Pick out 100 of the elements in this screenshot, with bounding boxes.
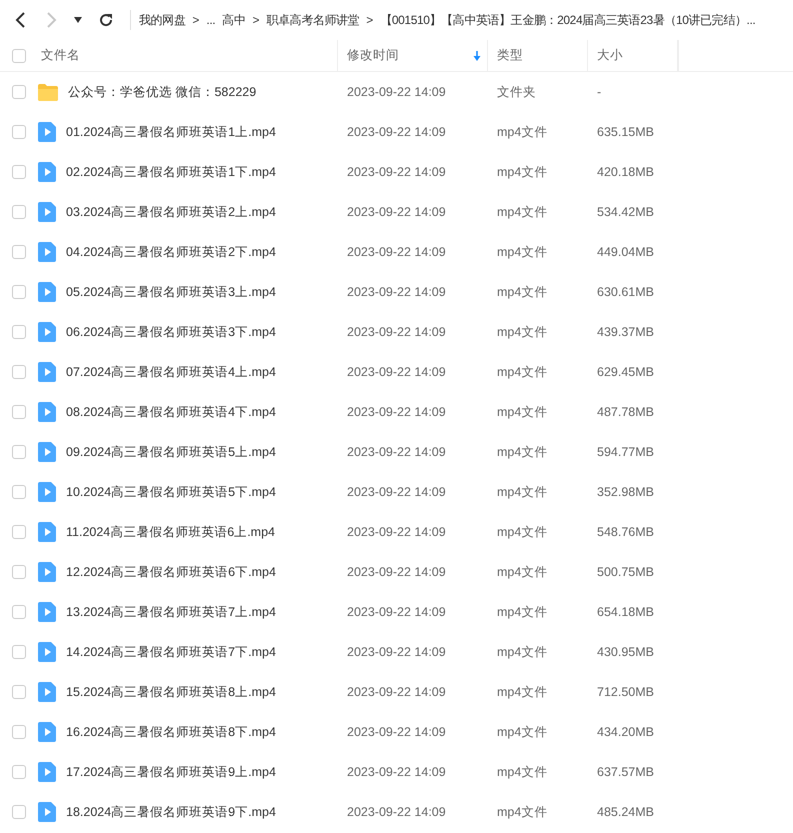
file-name[interactable]: 09.2024高三暑假名师班英语5上.mp4 bbox=[66, 444, 276, 460]
file-type: mp4文件 bbox=[497, 324, 548, 340]
video-file-icon bbox=[38, 602, 56, 622]
modified-time: 2023-09-22 14:09 bbox=[347, 325, 446, 339]
file-name[interactable]: 10.2024高三暑假名师班英语5下.mp4 bbox=[66, 484, 276, 500]
video-file-icon bbox=[38, 562, 56, 582]
video-file-icon bbox=[38, 642, 56, 662]
file-type: mp4文件 bbox=[497, 604, 548, 620]
file-size: 712.50MB bbox=[597, 685, 654, 699]
row-checkbox[interactable] bbox=[12, 605, 26, 619]
dropdown-icon[interactable] bbox=[74, 17, 82, 23]
modified-time: 2023-09-22 14:09 bbox=[347, 565, 446, 579]
modified-time: 2023-09-22 14:09 bbox=[347, 485, 446, 499]
column-header[interactable]: 文件名 bbox=[38, 40, 338, 71]
file-size: 548.76MB bbox=[597, 525, 654, 539]
file-name[interactable]: 06.2024高三暑假名师班英语3下.mp4 bbox=[66, 324, 276, 340]
modified-time: 2023-09-22 14:09 bbox=[347, 445, 446, 459]
file-type: mp4文件 bbox=[497, 524, 548, 540]
file-size: 630.61MB bbox=[597, 285, 654, 299]
breadcrumb-item[interactable]: 职卓高考名师讲堂 bbox=[266, 12, 360, 28]
file-size: 500.75MB bbox=[597, 565, 654, 579]
column-header[interactable]: 大小 bbox=[588, 40, 678, 71]
modified-time: 2023-09-22 14:09 bbox=[347, 605, 446, 619]
row-checkbox[interactable] bbox=[12, 565, 26, 579]
row-checkbox[interactable] bbox=[12, 365, 26, 379]
file-name[interactable]: 14.2024高三暑假名师班英语7下.mp4 bbox=[66, 644, 276, 660]
row-checkbox[interactable] bbox=[12, 165, 26, 179]
row-checkbox[interactable] bbox=[12, 85, 26, 99]
file-size: 534.42MB bbox=[597, 205, 654, 219]
video-file-icon bbox=[38, 122, 56, 142]
video-file-icon bbox=[38, 442, 56, 462]
video-file-icon bbox=[38, 362, 56, 382]
modified-time: 2023-09-22 14:09 bbox=[347, 805, 446, 819]
file-name[interactable]: 03.2024高三暑假名师班英语2上.mp4 bbox=[66, 204, 276, 220]
file-name[interactable]: 18.2024高三暑假名师班英语9下.mp4 bbox=[66, 804, 276, 820]
row-checkbox[interactable] bbox=[12, 285, 26, 299]
row-checkbox[interactable] bbox=[12, 765, 26, 779]
file-type: mp4文件 bbox=[497, 644, 548, 660]
video-file-icon bbox=[38, 682, 56, 702]
breadcrumb-item[interactable]: 【001510】【高中英语】王金鹏：2024届高三英语23暑（10讲已完结）... bbox=[380, 12, 756, 28]
file-name[interactable]: 17.2024高三暑假名师班英语9上.mp4 bbox=[66, 764, 276, 780]
row-checkbox[interactable] bbox=[12, 805, 26, 819]
row-checkbox[interactable] bbox=[12, 325, 26, 339]
file-name[interactable]: 12.2024高三暑假名师班英语6下.mp4 bbox=[66, 564, 276, 580]
row-checkbox[interactable] bbox=[12, 205, 26, 219]
breadcrumb-item[interactable]: ... bbox=[206, 13, 216, 27]
file-type: mp4文件 bbox=[497, 164, 548, 180]
file-size: 635.15MB bbox=[597, 125, 654, 139]
file-type: mp4文件 bbox=[497, 284, 548, 300]
video-file-icon bbox=[38, 242, 56, 262]
file-name[interactable]: 公众号：学爸优选 微信：582229 bbox=[68, 84, 256, 100]
modified-time: 2023-09-22 14:09 bbox=[347, 645, 446, 659]
modified-time: 2023-09-22 14:09 bbox=[347, 85, 446, 99]
row-checkbox[interactable] bbox=[12, 645, 26, 659]
video-file-icon bbox=[38, 522, 56, 542]
file-name[interactable]: 05.2024高三暑假名师班英语3上.mp4 bbox=[66, 284, 276, 300]
file-type: mp4文件 bbox=[497, 244, 548, 260]
file-size: 449.04MB bbox=[597, 245, 654, 259]
breadcrumb-item[interactable]: 我的网盘 bbox=[139, 12, 186, 28]
row-checkbox[interactable] bbox=[12, 445, 26, 459]
row-checkbox[interactable] bbox=[12, 125, 26, 139]
file-name[interactable]: 01.2024高三暑假名师班英语1上.mp4 bbox=[66, 124, 276, 140]
modified-time: 2023-09-22 14:09 bbox=[347, 245, 446, 259]
modified-time: 2023-09-22 14:09 bbox=[347, 165, 446, 179]
column-header[interactable]: 修改时间 bbox=[338, 40, 488, 71]
file-name[interactable]: 08.2024高三暑假名师班英语4下.mp4 bbox=[66, 404, 276, 420]
file-size: 594.77MB bbox=[597, 445, 654, 459]
file-name[interactable]: 16.2024高三暑假名师班英语8下.mp4 bbox=[66, 724, 276, 740]
file-size: 420.18MB bbox=[597, 165, 654, 179]
file-type: mp4文件 bbox=[497, 444, 548, 460]
row-checkbox[interactable] bbox=[12, 685, 26, 699]
file-size: 430.95MB bbox=[597, 645, 654, 659]
file-name[interactable]: 07.2024高三暑假名师班英语4上.mp4 bbox=[66, 364, 276, 380]
row-checkbox[interactable] bbox=[12, 725, 26, 739]
file-name[interactable]: 02.2024高三暑假名师班英语1下.mp4 bbox=[66, 164, 276, 180]
row-checkbox[interactable] bbox=[12, 245, 26, 259]
column-header[interactable]: 类型 bbox=[488, 40, 588, 71]
breadcrumb-item[interactable]: 高中 bbox=[222, 12, 246, 28]
refresh-icon[interactable] bbox=[98, 12, 114, 28]
file-type: mp4文件 bbox=[497, 764, 548, 780]
modified-time: 2023-09-22 14:09 bbox=[347, 405, 446, 419]
video-file-icon bbox=[38, 762, 56, 782]
file-size: 629.45MB bbox=[597, 365, 654, 379]
row-checkbox[interactable] bbox=[12, 485, 26, 499]
file-name[interactable]: 11.2024高三暑假名师班英语6上.mp4 bbox=[66, 524, 275, 540]
row-checkbox[interactable] bbox=[12, 525, 26, 539]
file-type: mp4文件 bbox=[497, 724, 548, 740]
row-checkbox[interactable] bbox=[12, 405, 26, 419]
file-size: 637.57MB bbox=[597, 765, 654, 779]
video-file-icon bbox=[38, 202, 56, 222]
file-size: 654.18MB bbox=[597, 605, 654, 619]
file-name[interactable]: 15.2024高三暑假名师班英语8上.mp4 bbox=[66, 684, 276, 700]
modified-time: 2023-09-22 14:09 bbox=[347, 365, 446, 379]
file-name[interactable]: 13.2024高三暑假名师班英语7上.mp4 bbox=[66, 604, 276, 620]
file-size: 434.20MB bbox=[597, 725, 654, 739]
file-name[interactable]: 04.2024高三暑假名师班英语2下.mp4 bbox=[66, 244, 276, 260]
modified-time: 2023-09-22 14:09 bbox=[347, 525, 446, 539]
modified-time: 2023-09-22 14:09 bbox=[347, 205, 446, 219]
modified-time: 2023-09-22 14:09 bbox=[347, 725, 446, 739]
select-all-checkbox[interactable] bbox=[12, 48, 26, 62]
